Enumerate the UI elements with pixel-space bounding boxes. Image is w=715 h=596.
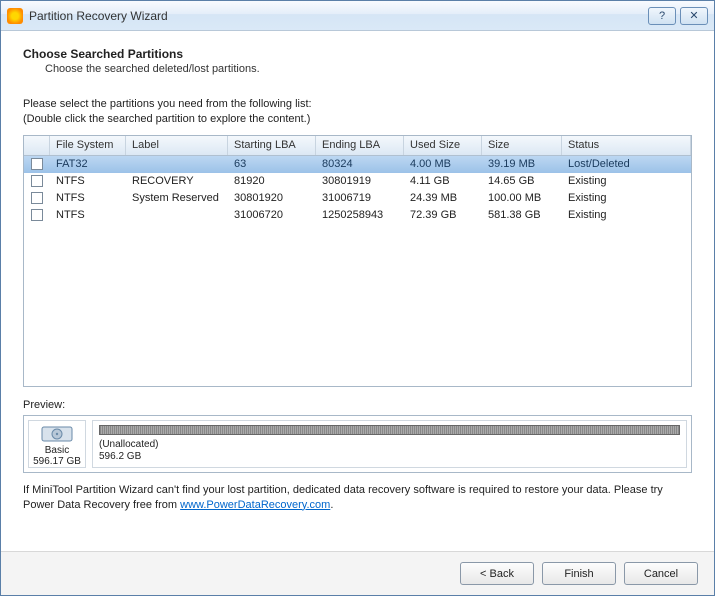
cell-size: 39.19 MB [482,158,562,170]
checkbox-icon[interactable] [31,209,43,221]
table-row[interactable]: NTFSSystem Reserved308019203100671924.39… [24,190,691,207]
cell-size: 14.65 GB [482,175,562,187]
cell-ending-lba: 80324 [316,158,404,170]
cell-filesystem: NTFS [50,209,126,221]
cell-size: 581.38 GB [482,209,562,221]
cell-filesystem: NTFS [50,192,126,204]
page-heading: Choose Searched Partitions [23,47,692,61]
finish-button[interactable]: Finish [542,562,616,585]
cell-label: System Reserved [126,192,228,204]
note-text-before: If MiniTool Partition Wizard can't find … [23,484,663,511]
cell-starting-lba: 63 [228,158,316,170]
row-checkbox-cell[interactable] [24,158,50,170]
close-button[interactable]: ✕ [680,7,708,25]
cell-status: Existing [562,175,691,187]
checkbox-icon[interactable] [31,175,43,187]
cell-ending-lba: 30801919 [316,175,404,187]
col-starting-lba[interactable]: Starting LBA [228,136,316,155]
note-text-after: . [330,499,333,511]
page-subheading: Choose the searched deleted/lost partiti… [45,63,692,75]
wizard-window: Partition Recovery Wizard ? ✕ Choose Sea… [0,0,715,596]
content-area: Choose Searched Partitions Choose the se… [1,31,714,551]
table-header: File System Label Starting LBA Ending LB… [24,136,691,156]
col-used-size[interactable]: Used Size [404,136,482,155]
unallocated-size: 596.2 GB [99,451,680,463]
row-checkbox-cell[interactable] [24,175,50,187]
col-size[interactable]: Size [482,136,562,155]
cell-status: Existing [562,192,691,204]
disk-summary[interactable]: Basic 596.17 GB [28,420,86,468]
footer: < Back Finish Cancel [1,551,714,595]
cell-starting-lba: 31006720 [228,209,316,221]
cell-ending-lba: 31006719 [316,192,404,204]
cell-starting-lba: 81920 [228,175,316,187]
preview-label: Preview: [23,399,692,411]
cell-filesystem: NTFS [50,175,126,187]
col-label[interactable]: Label [126,136,228,155]
back-button[interactable]: < Back [460,562,534,585]
col-ending-lba[interactable]: Ending LBA [316,136,404,155]
recovery-note: If MiniTool Partition Wizard can't find … [23,483,692,513]
cell-used-size: 72.39 GB [404,209,482,221]
titlebar: Partition Recovery Wizard ? ✕ [1,1,714,31]
app-icon [7,8,23,24]
cell-status: Lost/Deleted [562,158,691,170]
instruction-line-2: (Double click the searched partition to … [23,113,310,125]
disk-size: 596.17 GB [33,456,81,467]
cell-filesystem: FAT32 [50,158,126,170]
row-checkbox-cell[interactable] [24,192,50,204]
cell-label: RECOVERY [126,175,228,187]
table-row[interactable]: NTFSRECOVERY81920308019194.11 GB14.65 GB… [24,173,691,190]
cell-status: Existing [562,209,691,221]
checkbox-icon[interactable] [31,192,43,204]
disk-icon [40,421,74,445]
preview-box: Basic 596.17 GB (Unallocated) 596.2 GB [23,415,692,473]
cell-used-size: 24.39 MB [404,192,482,204]
table-body: FAT32 63803244.00 MB39.19 MBLost/Deleted N… [24,156,691,224]
partition-table: File System Label Starting LBA Ending LB… [23,135,692,387]
col-status[interactable]: Status [562,136,691,155]
instruction-line-1: Please select the partitions you need fr… [23,98,312,110]
disk-type: Basic [45,445,69,456]
cell-starting-lba: 30801920 [228,192,316,204]
col-filesystem[interactable]: File System [50,136,126,155]
window-title: Partition Recovery Wizard [29,9,644,23]
cell-size: 100.00 MB [482,192,562,204]
cell-used-size: 4.11 GB [404,175,482,187]
recovery-link[interactable]: www.PowerDataRecovery.com [180,499,330,511]
table-row[interactable]: FAT32 63803244.00 MB39.19 MBLost/Deleted [24,156,691,173]
preview-partitions: (Unallocated) 596.2 GB [92,420,687,468]
help-button[interactable]: ? [648,7,676,25]
row-checkbox-cell[interactable] [24,209,50,221]
unallocated-bar[interactable] [99,425,680,435]
table-row[interactable]: NTFS 31006720125025894372.39 GB581.38 GBE… [24,207,691,224]
checkbox-icon[interactable] [31,158,43,170]
cell-ending-lba: 1250258943 [316,209,404,221]
col-checkbox[interactable] [24,136,50,155]
instruction-text: Please select the partitions you need fr… [23,97,692,127]
cancel-button[interactable]: Cancel [624,562,698,585]
cell-used-size: 4.00 MB [404,158,482,170]
unallocated-label: (Unallocated) [99,439,680,451]
